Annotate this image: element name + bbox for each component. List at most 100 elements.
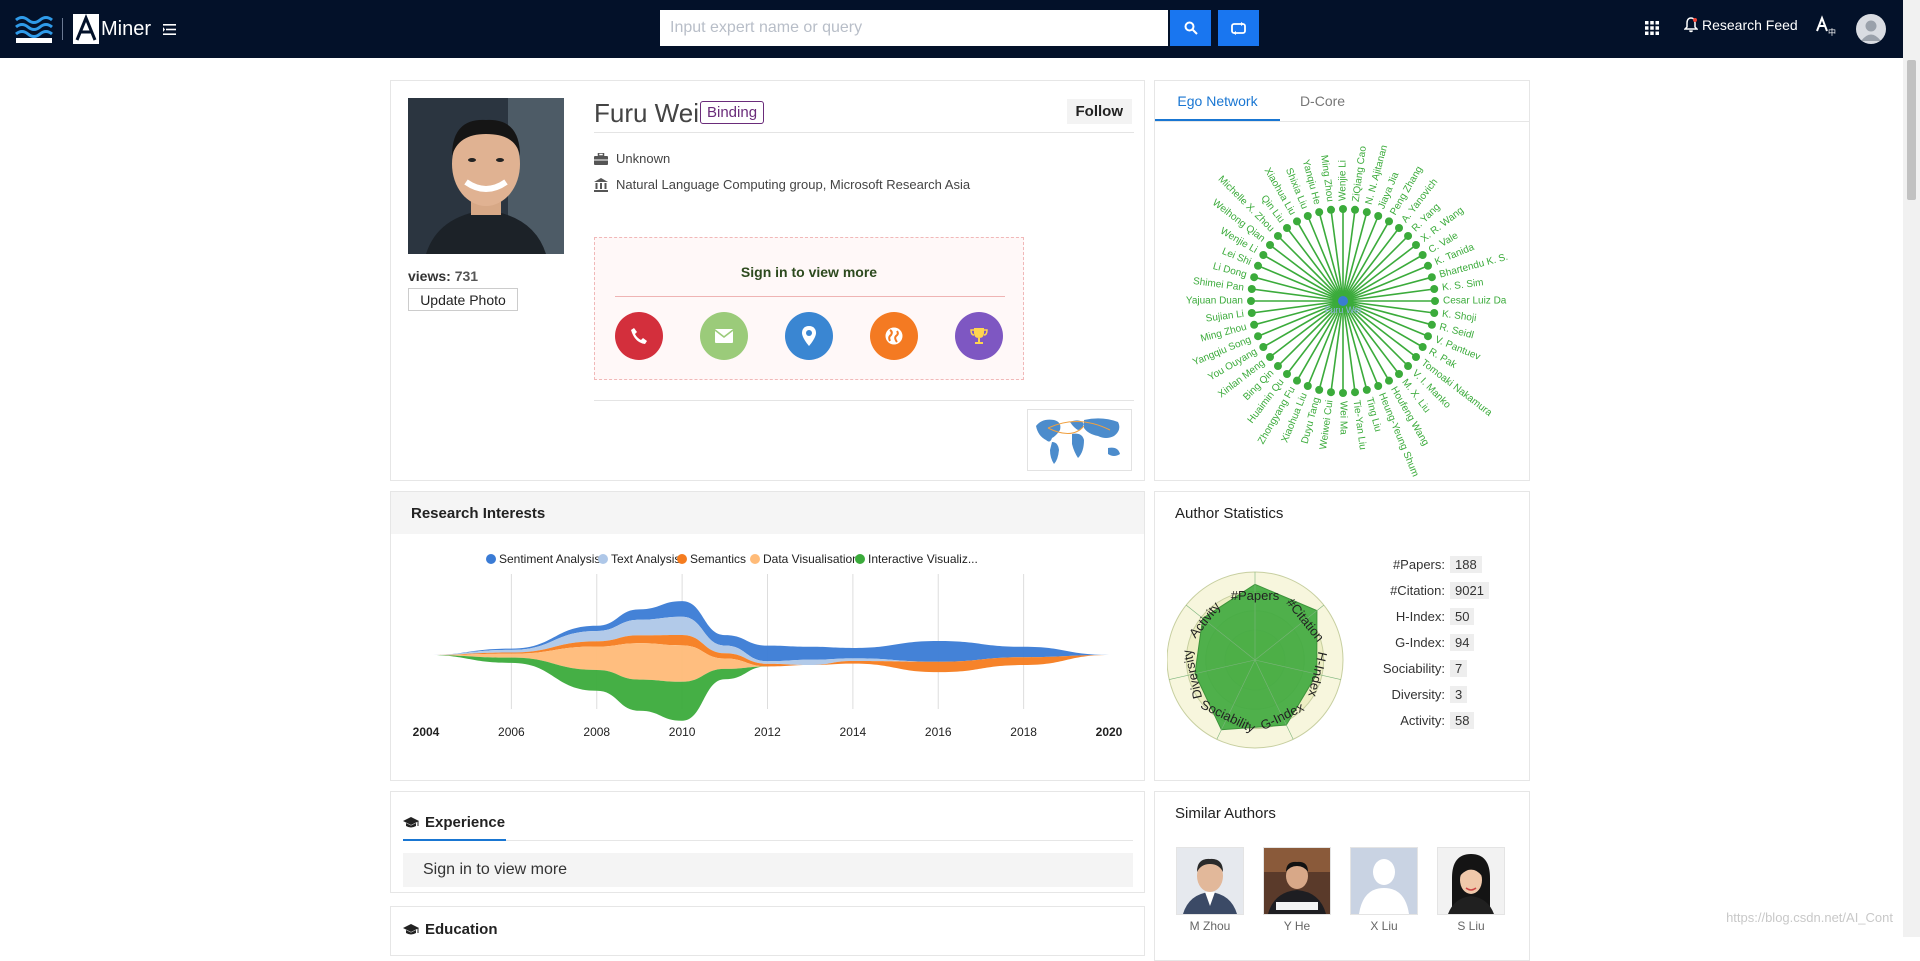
ego-node[interactable]	[1351, 388, 1360, 397]
ego-node[interactable]	[1418, 343, 1427, 351]
ego-node[interactable]	[1247, 284, 1256, 293]
language-switch-icon[interactable]: 中	[1815, 15, 1837, 37]
menu-toggle-icon[interactable]	[163, 24, 176, 35]
legend-label: Data Visualisation	[763, 552, 859, 566]
ego-node[interactable]	[1303, 381, 1312, 390]
ego-node[interactable]	[1303, 212, 1312, 221]
ego-node[interactable]	[1427, 320, 1436, 329]
ego-node[interactable]	[1374, 212, 1383, 221]
ego-node[interactable]	[1362, 208, 1371, 217]
ego-node[interactable]	[1266, 240, 1275, 249]
legend-swatch	[750, 554, 760, 564]
binding-badge[interactable]: Binding	[700, 101, 765, 124]
ego-node[interactable]	[1326, 388, 1335, 397]
location-button[interactable]	[785, 312, 833, 360]
views-label: views:	[408, 268, 451, 284]
ego-node[interactable]	[1423, 332, 1432, 341]
ego-node[interactable]	[1293, 217, 1301, 226]
graduation-cap-icon	[403, 816, 419, 827]
legend-item[interactable]: Interactive Visualiz...	[855, 552, 978, 566]
ego-node[interactable]	[1282, 369, 1291, 378]
ego-node[interactable]	[1404, 362, 1413, 371]
research-feed-link[interactable]: Research Feed	[1684, 17, 1798, 33]
user-avatar-icon[interactable]	[1856, 14, 1886, 44]
ego-node[interactable]	[1250, 273, 1259, 282]
ego-node[interactable]	[1259, 251, 1268, 259]
ego-node[interactable]	[1385, 217, 1393, 226]
ego-node[interactable]	[1411, 240, 1420, 249]
ego-node[interactable]	[1259, 343, 1268, 351]
ego-node[interactable]	[1395, 224, 1404, 233]
stat-label: Activity:	[1400, 712, 1445, 728]
legend-item[interactable]: Data Visualisation	[750, 552, 859, 566]
ego-node[interactable]	[1315, 385, 1324, 394]
awards-button[interactable]	[955, 312, 1003, 360]
signin-prompt[interactable]: Sign in to view more	[595, 264, 1023, 280]
ego-node[interactable]	[1282, 224, 1291, 233]
x-tick-label: 2004	[413, 725, 440, 739]
ego-node[interactable]	[1250, 320, 1259, 329]
scrollbar-thumb[interactable]	[1907, 60, 1916, 200]
ego-node[interactable]	[1404, 231, 1413, 240]
experience-signin-prompt[interactable]: Sign in to view more	[403, 853, 1133, 887]
email-icon	[714, 329, 734, 343]
expert-search-input[interactable]	[660, 10, 1168, 46]
research-interests-streamgraph[interactable]: 2004 2006 2008 2010 2012 2014 2016 2018 2020 Sent…	[391, 534, 1144, 780]
world-map-thumbnail[interactable]	[1027, 409, 1132, 471]
switch-search-button[interactable]	[1218, 10, 1259, 46]
follow-button[interactable]: Follow	[1066, 99, 1132, 124]
ego-network-graph[interactable]: Wenjie Li ZiQiang CaoN. N. AjitananJiaya …	[1155, 122, 1529, 478]
email-button[interactable]	[700, 312, 748, 360]
ego-node[interactable]	[1395, 369, 1404, 378]
ego-node-label: Cesar Luiz Da	[1443, 296, 1507, 307]
page-scrollbar[interactable]	[1903, 0, 1920, 937]
similar-author-m-zhou[interactable]: M Zhou	[1176, 847, 1244, 933]
legend-item[interactable]: Text Analysis	[598, 552, 680, 566]
ego-node[interactable]	[1430, 309, 1439, 318]
tab-ego-network[interactable]: Ego Network	[1155, 81, 1280, 121]
similar-author-y-he[interactable]: Y He	[1263, 847, 1331, 933]
ego-node[interactable]	[1315, 208, 1324, 217]
ego-node[interactable]	[1247, 309, 1256, 318]
update-photo-button[interactable]: Update Photo	[408, 288, 518, 311]
ego-node[interactable]	[1411, 353, 1420, 362]
phone-button[interactable]	[615, 312, 663, 360]
swap-icon	[1231, 21, 1246, 35]
ego-node[interactable]	[1273, 362, 1282, 371]
views-count: 731	[454, 268, 479, 284]
ego-node[interactable]	[1254, 261, 1263, 270]
ego-node[interactable]	[1430, 284, 1439, 293]
homepage-button[interactable]	[870, 312, 918, 360]
ego-node[interactable]	[1339, 205, 1347, 213]
tab-d-core[interactable]: D-Core	[1280, 81, 1365, 121]
ego-node[interactable]	[1273, 231, 1282, 240]
ego-node[interactable]	[1431, 297, 1439, 305]
search-button[interactable]	[1170, 10, 1211, 46]
ego-node[interactable]	[1418, 251, 1427, 259]
ego-node[interactable]	[1326, 205, 1335, 214]
ego-node[interactable]	[1254, 332, 1263, 341]
ego-node[interactable]	[1339, 389, 1347, 397]
ego-node[interactable]	[1385, 376, 1393, 385]
aminer-logo[interactable]: Miner	[73, 13, 151, 45]
ego-node[interactable]	[1351, 205, 1360, 214]
aminer-logo-text: Miner	[101, 17, 152, 40]
legend-item[interactable]: Semantics	[677, 552, 746, 566]
similar-author-x-liu[interactable]: X Liu	[1350, 847, 1418, 933]
top-navbar: Miner Research Feed 中	[0, 0, 1903, 58]
apps-grid-icon[interactable]	[1644, 20, 1660, 36]
similar-author-s-liu[interactable]: S Liu	[1437, 847, 1505, 933]
legend-item[interactable]: Sentiment Analysis	[486, 552, 600, 566]
ego-node[interactable]	[1423, 261, 1432, 270]
ego-node[interactable]	[1293, 376, 1301, 385]
ego-node[interactable]	[1247, 297, 1255, 305]
education-title-row: Education	[403, 921, 498, 938]
similar-author-name: X Liu	[1370, 919, 1398, 933]
ego-node[interactable]	[1427, 273, 1436, 282]
graduation-cap-icon	[403, 923, 419, 934]
ego-node[interactable]	[1266, 353, 1275, 362]
ego-node[interactable]	[1374, 381, 1383, 390]
ego-node[interactable]	[1362, 385, 1371, 394]
wave-logo-icon[interactable]	[14, 14, 54, 46]
ego-edge	[1253, 276, 1344, 302]
